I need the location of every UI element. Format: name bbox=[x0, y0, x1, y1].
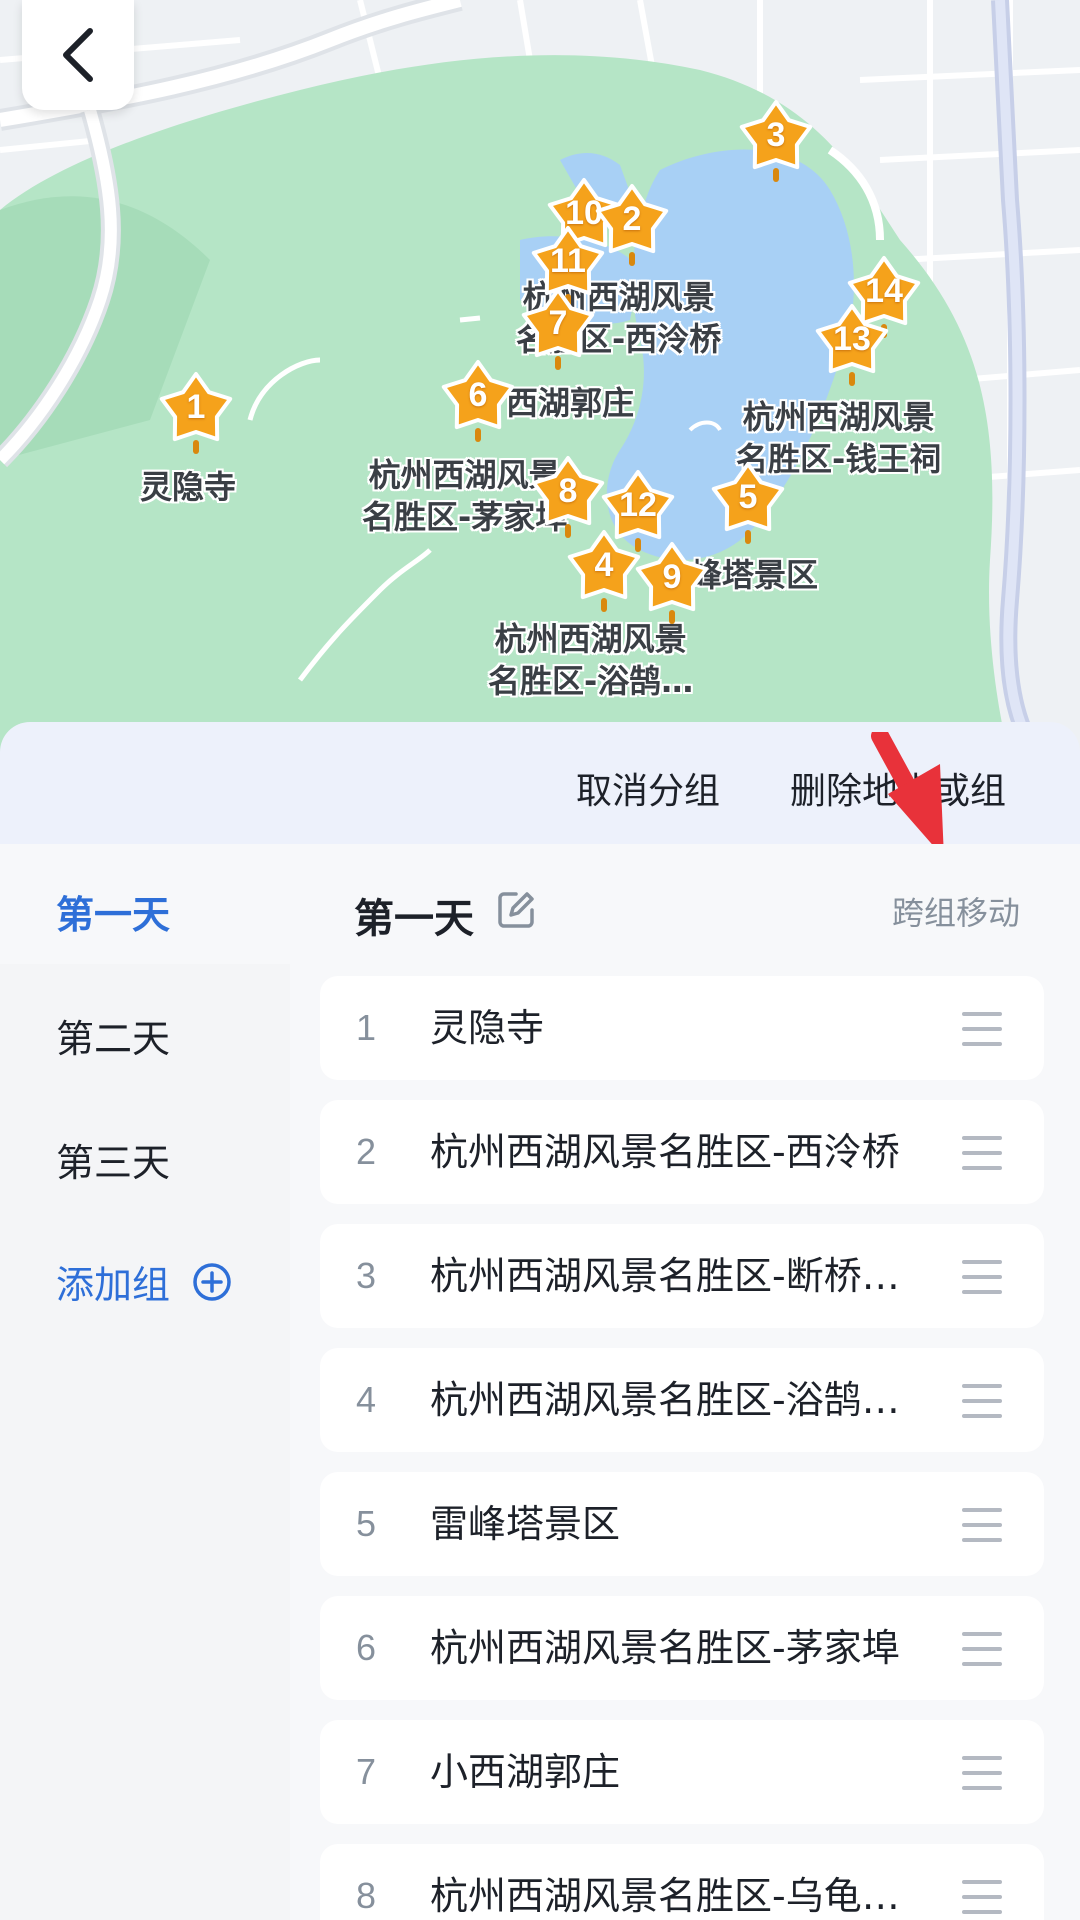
list-item[interactable]: 1 灵隐寺 bbox=[320, 976, 1044, 1080]
map-pin[interactable]: 1 bbox=[156, 370, 236, 456]
pin-number: 6 bbox=[468, 376, 488, 414]
drag-handle-icon[interactable] bbox=[962, 1260, 1002, 1294]
list-item[interactable]: 4 杭州西湖风景名胜区-浴鹄… bbox=[320, 1348, 1044, 1452]
edit-icon[interactable] bbox=[494, 888, 538, 932]
place-name: 杭州西湖风景名胜区-西泠桥 bbox=[430, 1130, 900, 1174]
chevron-left-icon bbox=[63, 28, 93, 82]
place-index: 8 bbox=[355, 1875, 377, 1916]
pin-number: 3 bbox=[766, 116, 786, 154]
place-name: 小西湖郭庄 bbox=[430, 1750, 621, 1794]
place-index: 7 bbox=[355, 1751, 377, 1792]
place-index: 1 bbox=[355, 1007, 377, 1048]
cancel-group-button[interactable]: 取消分组 bbox=[576, 762, 720, 814]
pin-number: 8 bbox=[558, 472, 578, 510]
map-label-lingyin: 灵隐寺 bbox=[140, 468, 237, 506]
drag-handle-icon[interactable] bbox=[962, 1136, 1002, 1170]
map-pin[interactable]: 6 bbox=[438, 358, 518, 444]
group-detail: 第一天 跨组移动 1 灵隐寺 2 杭州西湖风景名胜区-西泠桥 3 杭州西湖风景名… bbox=[290, 844, 1080, 1920]
map-pin[interactable]: 7 bbox=[518, 286, 598, 372]
list-item[interactable]: 6 杭州西湖风景名胜区-茅家埠 bbox=[320, 1596, 1044, 1700]
place-index: 6 bbox=[355, 1627, 377, 1668]
map-label-guozhuang: 西湖郭庄 bbox=[506, 384, 635, 422]
map-pin[interactable]: 9 bbox=[632, 540, 712, 626]
place-name: 雷峰塔景区 bbox=[430, 1502, 621, 1546]
map-label-line: 名胜区-浴鹄… bbox=[488, 662, 694, 700]
plus-circle-icon bbox=[193, 1262, 231, 1301]
list-item[interactable]: 2 杭州西湖风景名胜区-西泠桥 bbox=[320, 1100, 1044, 1204]
drag-handle-icon[interactable] bbox=[962, 1756, 1002, 1790]
sidebar-item-day-2[interactable]: 第二天 bbox=[56, 1008, 170, 1063]
annotation-arrow-icon bbox=[871, 732, 944, 858]
place-name: 杭州西湖风景名胜区-茅家埠 bbox=[430, 1626, 900, 1670]
pin-number: 9 bbox=[662, 558, 682, 596]
group-title: 第一天 bbox=[354, 896, 474, 942]
list-item[interactable]: 8 杭州西湖风景名胜区-乌龟… bbox=[320, 1844, 1044, 1920]
map-label-yuhu: 杭州西湖风景 名胜区-浴鹄… bbox=[488, 618, 693, 702]
cross-group-move-button[interactable]: 跨组移动 bbox=[892, 888, 1020, 934]
drag-handle-icon[interactable] bbox=[962, 1012, 1002, 1046]
place-name: 杭州西湖风景名胜区-断桥… bbox=[430, 1254, 900, 1298]
add-group-label: 添加组 bbox=[56, 1263, 171, 1307]
pin-number: 7 bbox=[548, 304, 568, 342]
sidebar-item-day-3[interactable]: 第三天 bbox=[56, 1132, 170, 1187]
map-pin[interactable]: 3 bbox=[736, 98, 816, 184]
list-item[interactable]: 3 杭州西湖风景名胜区-断桥… bbox=[320, 1224, 1044, 1328]
place-name: 杭州西湖风景名胜区-乌龟… bbox=[430, 1874, 900, 1918]
map-pin[interactable]: 5 bbox=[708, 460, 788, 546]
map-pin[interactable]: 13 bbox=[812, 302, 892, 388]
group-sidebar: 第一天 第二天 第三天 添加组 bbox=[0, 844, 290, 1920]
pin-number: 5 bbox=[738, 478, 758, 516]
drag-handle-icon[interactable] bbox=[962, 1632, 1002, 1666]
screen: 灵隐寺 杭州西湖风景 名胜区-西泠桥 西湖郭庄 杭州西湖风景 名胜区-钱王祠 杭… bbox=[0, 0, 1080, 1920]
place-name: 杭州西湖风景名胜区-浴鹄… bbox=[430, 1378, 900, 1422]
place-index: 2 bbox=[355, 1131, 377, 1172]
drag-handle-icon[interactable] bbox=[962, 1508, 1002, 1542]
place-index: 5 bbox=[355, 1503, 377, 1544]
map-view[interactable]: 灵隐寺 杭州西湖风景 名胜区-西泠桥 西湖郭庄 杭州西湖风景 名胜区-钱王祠 杭… bbox=[0, 0, 1080, 760]
map-label-line: 杭州西湖风景 bbox=[742, 398, 935, 436]
list-item[interactable]: 7 小西湖郭庄 bbox=[320, 1720, 1044, 1824]
list-item[interactable]: 5 雷峰塔景区 bbox=[320, 1472, 1044, 1576]
pin-number: 12 bbox=[619, 486, 657, 524]
pin-number: 1 bbox=[186, 388, 206, 426]
drag-handle-icon[interactable] bbox=[962, 1880, 1002, 1914]
place-name: 灵隐寺 bbox=[430, 1006, 545, 1050]
place-index: 3 bbox=[355, 1255, 377, 1296]
back-button[interactable] bbox=[22, 0, 134, 110]
add-group-button[interactable]: 添加组 bbox=[56, 1254, 232, 1309]
pin-number: 13 bbox=[833, 320, 871, 358]
sidebar-item-day-1[interactable]: 第一天 bbox=[56, 884, 170, 939]
place-index: 4 bbox=[355, 1379, 377, 1420]
pin-number: 11 bbox=[550, 242, 586, 280]
itinerary-panel: 第一天 第二天 第三天 添加组 第一天 跨组移动 1 灵隐寺 2 杭州西湖风景名… bbox=[0, 844, 1080, 1920]
drag-handle-icon[interactable] bbox=[962, 1384, 1002, 1418]
